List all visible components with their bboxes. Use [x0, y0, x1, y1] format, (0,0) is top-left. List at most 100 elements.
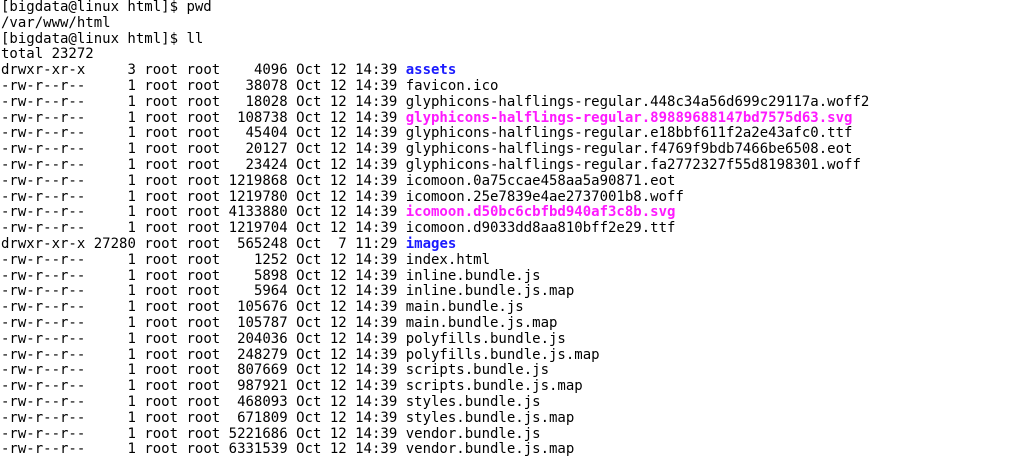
file-group: root [186, 378, 221, 395]
file-permissions: -rw-r--r-- [1, 393, 86, 410]
file-link-count: 1 [127, 409, 136, 426]
file-permissions: -rw-r--r-- [1, 267, 86, 284]
listing-row: -rw-r--r-- 1 root root 38078 Oct 12 14:3… [1, 77, 1024, 95]
file-name: glyphicons-halflings-regular.e18bbf611f2… [405, 125, 853, 142]
file-group: root [186, 141, 221, 158]
file-group: root [186, 93, 221, 110]
file-group: root [186, 362, 221, 379]
file-size: 45404 [245, 125, 288, 142]
listing-row: -rw-r--r-- 1 root root 807669 Oct 12 14:… [1, 362, 1024, 379]
file-name: index.html [405, 251, 491, 268]
file-owner: root [144, 220, 179, 237]
file-owner: root [144, 109, 179, 126]
file-day: 12 [329, 330, 347, 347]
file-day: 12 [329, 141, 347, 158]
file-size: 1219868 [228, 172, 288, 189]
file-day: 12 [329, 283, 347, 300]
file-group: root [186, 251, 221, 268]
file-month: Oct [296, 141, 322, 158]
file-day: 12 [329, 314, 347, 331]
file-size: 5964 [253, 283, 288, 300]
file-month: Oct [296, 314, 322, 331]
file-name: icomoon.d9033dd8aa810bff2e29.ttf [405, 220, 676, 237]
file-name: favicon.ico [405, 77, 499, 94]
file-time: 14:39 [355, 299, 398, 316]
file-day: 12 [329, 409, 347, 426]
file-time: 14:39 [355, 346, 398, 363]
file-group: root [186, 204, 221, 221]
file-size: 565248 [237, 235, 288, 252]
file-time: 14:39 [355, 362, 398, 379]
file-link-count: 27280 [93, 235, 136, 252]
file-group: root [186, 235, 221, 252]
file-permissions: -rw-r--r-- [1, 109, 86, 126]
file-link-count: 1 [127, 299, 136, 316]
file-size: 1219704 [228, 220, 288, 237]
command-text: pwd [186, 0, 212, 15]
file-permissions: -rw-r--r-- [1, 172, 86, 189]
listing-row: -rw-r--r-- 1 root root 5221686 Oct 12 14… [1, 425, 1024, 443]
listing-row: drwxr-xr-x 3 root root 4096 Oct 12 14:39… [1, 62, 1024, 79]
file-name: glyphicons-halflings-regular.448c34a56d6… [405, 93, 870, 110]
file-permissions: -rw-r--r-- [1, 346, 86, 363]
file-size: 204036 [237, 330, 288, 347]
file-owner: root [144, 267, 179, 284]
file-link-count: 1 [127, 346, 136, 363]
file-owner: root [144, 188, 179, 205]
file-month: Oct [296, 235, 322, 252]
file-permissions: -rw-r--r-- [1, 125, 86, 142]
listing-row: -rw-r--r-- 1 root root 23424 Oct 12 14:3… [1, 156, 1024, 174]
file-day: 12 [329, 393, 347, 410]
file-permissions: -rw-r--r-- [1, 220, 86, 237]
file-link-count: 1 [127, 314, 136, 331]
file-link-count: 1 [127, 125, 136, 142]
file-month: Oct [296, 204, 322, 221]
file-month: Oct [296, 299, 322, 316]
file-month: Oct [296, 267, 322, 284]
listing-row: -rw-r--r-- 1 root root 1252 Oct 12 14:39… [1, 251, 1024, 269]
listing-row: -rw-r--r-- 1 root root 671809 Oct 12 14:… [1, 409, 1024, 427]
listing-row: -rw-r--r-- 1 root root 6331539 Oct 12 14… [1, 441, 1024, 458]
file-size: 38078 [245, 77, 288, 94]
file-owner: root [144, 77, 179, 94]
file-owner: root [144, 299, 179, 316]
file-owner: root [144, 346, 179, 363]
command-line: [bigdata@linux html]$ ll [1, 31, 1024, 48]
file-link-count: 1 [127, 378, 136, 395]
file-group: root [186, 172, 221, 189]
file-time: 14:39 [355, 441, 398, 458]
listing-row: -rw-r--r-- 1 root root 108738 Oct 12 14:… [1, 109, 1024, 127]
file-month: Oct [296, 109, 322, 126]
file-permissions: drwxr-xr-x [1, 235, 86, 252]
file-name: styles.bundle.js.map [405, 409, 575, 426]
file-size: 4133880 [228, 204, 288, 221]
terminal-window[interactable]: [bigdata@linux html]$ pwd /var/www/html … [0, 0, 1024, 462]
file-group: root [186, 77, 221, 94]
file-group: root [186, 109, 221, 126]
file-day: 12 [329, 346, 347, 363]
file-link-count: 1 [127, 425, 136, 442]
file-time: 14:39 [355, 125, 398, 142]
file-link-count: 1 [127, 330, 136, 347]
file-day: 12 [329, 425, 347, 442]
file-time: 14:39 [355, 77, 398, 94]
file-permissions: -rw-r--r-- [1, 251, 86, 268]
file-day: 12 [329, 220, 347, 237]
file-owner: root [144, 393, 179, 410]
file-group: root [186, 283, 221, 300]
file-owner: root [144, 314, 179, 331]
listing-row: -rw-r--r-- 1 root root 4133880 Oct 12 14… [1, 204, 1024, 221]
file-owner: root [144, 409, 179, 426]
file-group: root [186, 299, 221, 316]
listing-row: -rw-r--r-- 1 root root 5898 Oct 12 14:39… [1, 267, 1024, 285]
file-month: Oct [296, 172, 322, 189]
file-size: 23424 [245, 156, 288, 173]
file-name: scripts.bundle.js.map [405, 378, 583, 395]
file-day: 12 [329, 188, 347, 205]
file-size: 108738 [237, 109, 288, 126]
file-time: 14:39 [355, 156, 398, 173]
file-name: main.bundle.js.map [405, 314, 558, 331]
file-link-count: 1 [127, 251, 136, 268]
file-link-count: 1 [127, 156, 136, 173]
directory-name: images [405, 235, 457, 252]
